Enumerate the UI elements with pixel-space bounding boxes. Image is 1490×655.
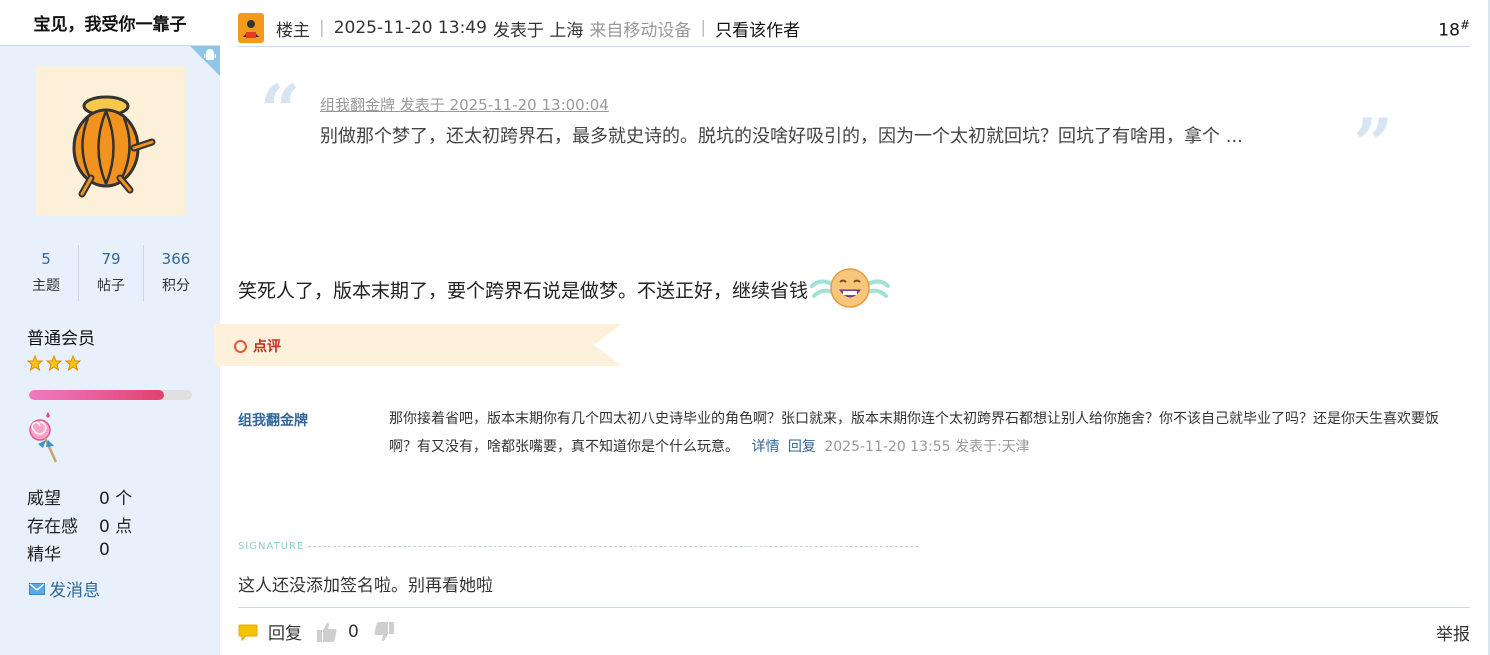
comment-section-label: 点评 — [234, 336, 281, 356]
info-presence: 存在感 0 点 — [27, 512, 132, 537]
stat-posts[interactable]: 79 帖子 — [79, 245, 144, 301]
thumbs-down-icon — [374, 621, 394, 641]
star-icon — [46, 355, 62, 371]
author-username[interactable]: 宝见，我受你一靠子 — [34, 10, 187, 35]
info-essence: 精华 0 — [27, 540, 110, 565]
signature-text: 这人还没添加签名啦。别再看她啦 — [238, 576, 493, 596]
post-main: 楼主 | 2025-11-20 13:49 发表于 上海 来自移动设备 | 只看… — [214, 0, 1490, 655]
like-count: 0 — [348, 621, 359, 642]
meta-separator: | — [319, 18, 325, 38]
avatar-pumpkin-illustration — [36, 66, 186, 216]
original-poster-icon — [238, 13, 264, 43]
post-location: 发表于 上海 — [492, 20, 584, 41]
post-footer: 回复 0 举报 — [238, 607, 1470, 655]
comment-time: 2025-11-20 13:55 发表于:天津 — [824, 439, 1030, 455]
star-icon — [65, 355, 81, 371]
meta-separator: | — [700, 18, 707, 38]
dislike-button[interactable] — [373, 621, 405, 643]
post-meta: 楼主 | 2025-11-20 13:49 发表于 上海 来自移动设备 | 只看… — [276, 16, 800, 41]
username-bar: 宝见，我受你一靠子 — [0, 0, 220, 46]
comment-header-band: 点评 — [214, 324, 622, 366]
stat-topics-label: 主题 — [32, 278, 60, 294]
floor-mark: # — [1459, 18, 1470, 32]
post-body: 笑死人了，版本末期了，要个跨界石说是做梦。不送正好，继续省钱 — [238, 264, 891, 314]
stat-posts-value: 79 — [101, 250, 121, 268]
post-header: 楼主 | 2025-11-20 13:49 发表于 上海 来自移动设备 | 只看… — [238, 10, 1470, 47]
author-stats: 5 主题 79 帖子 366 积分 — [14, 245, 208, 301]
close-quote-icon: ” — [1353, 103, 1394, 186]
info-prestige: 威望 0 个 — [27, 484, 132, 509]
avatar[interactable] — [36, 66, 186, 216]
op-role-label: 楼主 — [276, 20, 310, 41]
comment-label-text: 点评 — [253, 339, 281, 355]
thumbs-up-icon — [317, 622, 337, 642]
level-progress-fill — [29, 390, 165, 400]
post-datetime: 2025-11-20 13:49 — [333, 18, 487, 38]
ring-icon — [234, 339, 247, 353]
send-message-label: 发消息 — [49, 581, 100, 601]
info-prestige-value: 0 个 — [99, 489, 133, 509]
lollipop-medal-icon — [29, 412, 58, 463]
quote-text: 别做那个梦了，还太初跨界石，最多就史诗的。脱坑的没啥好吸引的，因为一个太初就回坑… — [320, 126, 1243, 147]
speech-bubble-icon — [238, 624, 258, 641]
stat-points[interactable]: 366 积分 — [144, 245, 208, 301]
signature-label: SIGNATURE — [238, 541, 305, 552]
star-rating — [27, 355, 81, 371]
reply-button[interactable]: 回复 — [238, 619, 302, 644]
info-essence-key: 精华 — [27, 545, 61, 565]
stat-points-label: 积分 — [162, 278, 190, 294]
floor-number[interactable]: 18# — [1438, 18, 1470, 41]
post-device: 来自移动设备 — [589, 20, 692, 41]
stat-topics-value: 5 — [41, 250, 51, 268]
info-presence-value: 0 点 — [99, 517, 133, 537]
crying-laugh-emoji-icon — [810, 268, 891, 308]
info-prestige-key: 威望 — [27, 489, 61, 509]
info-presence-key: 存在感 — [27, 517, 78, 537]
stat-points-value: 366 — [161, 250, 191, 268]
user-group[interactable]: 普通会员 — [27, 324, 95, 349]
envelope-icon — [29, 582, 45, 595]
quote-block: “ 组我翻金牌 发表于 2025-11-20 13:00:04 别做那个梦了，还… — [260, 76, 1393, 180]
post-body-text: 笑死人了，版本末期了，要个跨界石说是做梦。不送正好，继续省钱 — [238, 279, 809, 302]
signature-divider: SIGNATURE — [238, 541, 918, 552]
only-author-link[interactable]: 只看该作者 — [715, 16, 800, 41]
reply-label: 回复 — [268, 624, 302, 644]
info-essence-value: 0 — [99, 540, 110, 560]
android-icon — [204, 49, 216, 60]
comment-reply-link[interactable]: 回复 — [788, 439, 816, 455]
level-progress-bar — [29, 390, 192, 400]
star-icon — [27, 355, 43, 371]
comment-item: 那你接着省吧，版本末期你有几个四太初八史诗毕业的角色啊？张口就来，版本末期你连个… — [389, 405, 1459, 461]
stat-topics[interactable]: 5 主题 — [14, 245, 79, 301]
author-sidebar: 宝见，我受你一靠子 5 主题 79 帖子 366 积分 普通会员 威望 0 个 … — [0, 0, 220, 655]
signature-line — [308, 546, 918, 547]
quote-meta-link[interactable]: 组我翻金牌 发表于 2025-11-20 13:00:04 — [320, 94, 609, 115]
send-message-link[interactable]: 发消息 — [29, 576, 100, 601]
comment-detail-link[interactable]: 详情 — [751, 439, 779, 455]
report-link[interactable]: 举报 — [1436, 620, 1470, 645]
like-button[interactable]: 0 — [316, 621, 359, 643]
floor-value: 18 — [1438, 20, 1460, 41]
comment-author[interactable]: 组我翻金牌 — [238, 410, 308, 430]
stat-posts-label: 帖子 — [97, 278, 125, 294]
open-quote-icon: “ — [260, 69, 301, 152]
forum-post-page: 宝见，我受你一靠子 5 主题 79 帖子 366 积分 普通会员 威望 0 个 … — [0, 0, 1490, 655]
